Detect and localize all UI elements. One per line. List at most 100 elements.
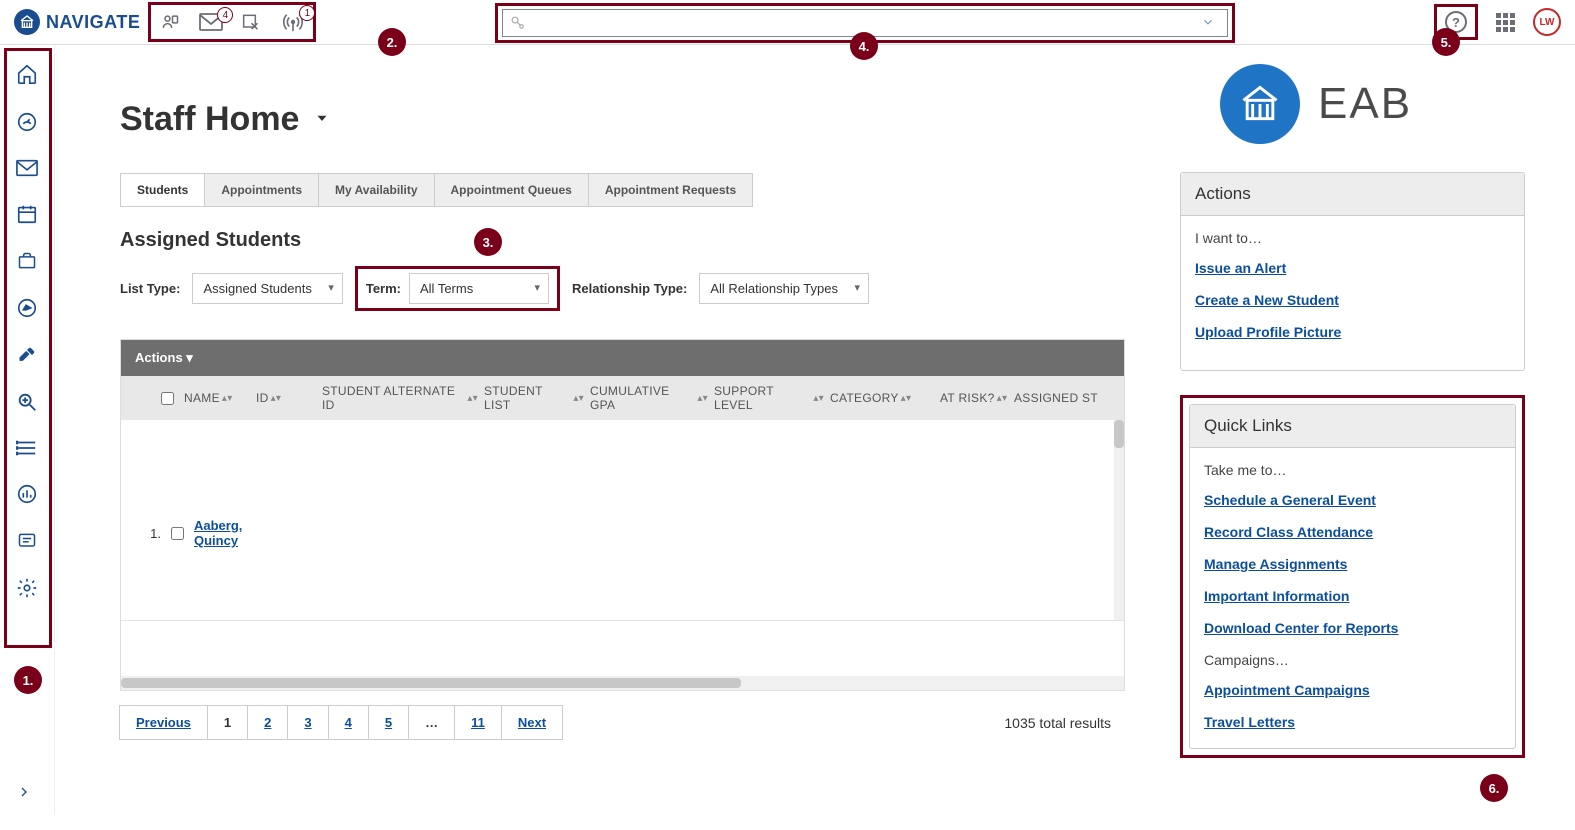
right-column: EAB Actions I want to… Issue an Alert Cr… xyxy=(1180,64,1525,758)
brand-text: EAB xyxy=(1318,79,1412,129)
horizontal-scrollbar[interactable] xyxy=(121,676,1124,690)
pagination-row: Previous 1 2 3 4 5 … 11 Next 1035 total … xyxy=(120,691,1125,754)
pager-page-11[interactable]: 11 xyxy=(454,705,502,740)
student-name-link[interactable]: Aaberg, Quincy xyxy=(194,518,274,548)
select-all-checkbox[interactable] xyxy=(161,392,174,405)
quick-links-highlight: Quick Links Take me to… Schedule a Gener… xyxy=(1180,395,1525,758)
list-type-dropdown[interactable]: Assigned Students xyxy=(192,273,342,304)
action-create-student[interactable]: Create a New Student xyxy=(1195,292,1510,308)
pager-page-1[interactable]: 1 xyxy=(207,705,248,740)
table-actions-menu[interactable]: Actions ▾ xyxy=(121,340,1124,376)
nav-calendar-icon[interactable] xyxy=(16,203,38,225)
tab-appointment-requests[interactable]: Appointment Requests xyxy=(589,174,752,206)
actions-panel-title: Actions xyxy=(1181,173,1524,216)
col-gpa[interactable]: CUMULATIVE GPA xyxy=(590,384,695,412)
nav-settings-icon[interactable] xyxy=(16,577,38,599)
action-upload-picture[interactable]: Upload Profile Picture xyxy=(1195,324,1510,340)
actions-panel: Actions I want to… Issue an Alert Create… xyxy=(1180,172,1525,371)
ql-download-center[interactable]: Download Center for Reports xyxy=(1204,620,1501,636)
relationship-type-label: Relationship Type: xyxy=(572,281,687,296)
tab-appointments[interactable]: Appointments xyxy=(205,174,319,206)
mail-badge: 4 xyxy=(217,7,233,23)
ql-manage-assignments[interactable]: Manage Assignments xyxy=(1204,556,1501,572)
nav-conversations-icon[interactable] xyxy=(16,159,38,177)
quick-links-panel: Quick Links Take me to… Schedule a Gener… xyxy=(1189,404,1516,749)
annotation-3: 3. xyxy=(474,228,502,256)
user-queue-icon[interactable] xyxy=(159,12,181,32)
logo-icon xyxy=(14,9,40,35)
annotation-6: 6. xyxy=(1480,774,1508,802)
ql-travel-letters[interactable]: Travel Letters xyxy=(1204,714,1501,730)
col-support[interactable]: SUPPORT LEVEL xyxy=(714,384,811,412)
nav-home-icon[interactable] xyxy=(16,63,38,85)
action-issue-alert[interactable]: Issue an Alert xyxy=(1195,260,1510,276)
annotation-2: 2. xyxy=(378,28,406,56)
page-title-dropdown-icon[interactable] xyxy=(313,109,331,130)
row-checkbox[interactable] xyxy=(171,527,184,540)
tab-students[interactable]: Students xyxy=(121,174,205,206)
nav-advanced-search-icon[interactable] xyxy=(16,391,38,413)
broadcast-icon[interactable]: 1 xyxy=(281,11,305,33)
table-header-row: NAME▴▾ ID▴▾ STUDENT ALTERNATE ID▴▾ STUDE… xyxy=(121,376,1124,420)
nav-cases-icon[interactable] xyxy=(16,251,38,271)
col-at-risk[interactable]: AT RISK? xyxy=(940,391,995,405)
top-bar: NAVIGATE 4 1 ? xyxy=(0,0,1575,45)
pager-page-4[interactable]: 4 xyxy=(328,705,369,740)
brand-logo: EAB xyxy=(1220,64,1525,144)
tab-appointment-queues[interactable]: Appointment Queues xyxy=(435,174,589,206)
ql-important-info[interactable]: Important Information xyxy=(1204,588,1501,604)
results-count: 1035 total results xyxy=(1004,715,1111,731)
col-id[interactable]: ID xyxy=(256,391,269,405)
nav-reporting-icon[interactable] xyxy=(16,483,38,505)
left-nav-rail xyxy=(0,45,55,815)
pager-page-2[interactable]: 2 xyxy=(247,705,288,740)
nav-dashboard-icon[interactable] xyxy=(16,111,38,133)
search-dropdown-caret[interactable] xyxy=(1201,15,1215,32)
annotation-5: 5. xyxy=(1432,28,1460,56)
expand-rail-icon[interactable] xyxy=(16,784,32,803)
col-name[interactable]: NAME xyxy=(184,391,220,405)
app-logo[interactable]: NAVIGATE xyxy=(14,9,140,35)
app-name: NAVIGATE xyxy=(46,12,140,33)
ql-schedule-event[interactable]: Schedule a General Event xyxy=(1204,492,1501,508)
col-category[interactable]: CATEGORY xyxy=(830,391,899,405)
annotation-4: 4. xyxy=(850,32,878,60)
nav-notes-icon[interactable] xyxy=(16,531,38,551)
table-body: 1. Aaberg, Quincy xyxy=(121,420,1124,620)
ql-appointment-campaigns[interactable]: Appointment Campaigns xyxy=(1204,682,1501,698)
pager-next[interactable]: Next xyxy=(501,705,563,740)
col-student-list[interactable]: STUDENT LIST xyxy=(484,384,571,412)
pager-ellipsis: … xyxy=(408,705,455,740)
quick-links-title: Quick Links xyxy=(1190,405,1515,448)
nav-campaigns-icon[interactable] xyxy=(16,297,38,319)
calendar-link-icon[interactable] xyxy=(241,12,263,32)
relationship-type-dropdown[interactable]: All Relationship Types xyxy=(699,273,869,304)
pager-previous[interactable]: Previous xyxy=(119,705,208,740)
brand-icon xyxy=(1220,64,1300,144)
row-number: 1. xyxy=(133,526,161,541)
annotation-1: 1. xyxy=(14,666,42,694)
page-title: Staff Home xyxy=(120,100,299,139)
vertical-scrollbar[interactable] xyxy=(1114,420,1124,620)
term-dropdown[interactable]: All Terms xyxy=(409,273,549,304)
term-filter-region: Term: All Terms xyxy=(355,266,560,311)
user-avatar[interactable]: LW xyxy=(1533,8,1561,36)
nav-lists-icon[interactable] xyxy=(16,439,38,457)
top-notification-group: 4 1 xyxy=(148,2,316,42)
col-alt-id[interactable]: STUDENT ALTERNATE ID xyxy=(322,384,465,412)
main-tabs: Students Appointments My Availability Ap… xyxy=(120,173,753,207)
campaigns-lead: Campaigns… xyxy=(1204,652,1501,668)
search-icon xyxy=(511,16,525,30)
actions-lead: I want to… xyxy=(1195,230,1510,246)
pager-page-5[interactable]: 5 xyxy=(368,705,409,740)
pager: Previous 1 2 3 4 5 … 11 Next xyxy=(120,705,563,740)
mail-icon[interactable]: 4 xyxy=(199,13,223,31)
ql-record-attendance[interactable]: Record Class Attendance xyxy=(1204,524,1501,540)
nav-reminders-icon[interactable] xyxy=(17,345,37,365)
quick-links-lead: Take me to… xyxy=(1204,462,1501,478)
col-assigned[interactable]: ASSIGNED ST xyxy=(1014,391,1098,405)
broadcast-badge: 1 xyxy=(299,5,315,21)
tab-my-availability[interactable]: My Availability xyxy=(319,174,434,206)
apps-grid-icon[interactable] xyxy=(1496,13,1515,32)
pager-page-3[interactable]: 3 xyxy=(287,705,328,740)
